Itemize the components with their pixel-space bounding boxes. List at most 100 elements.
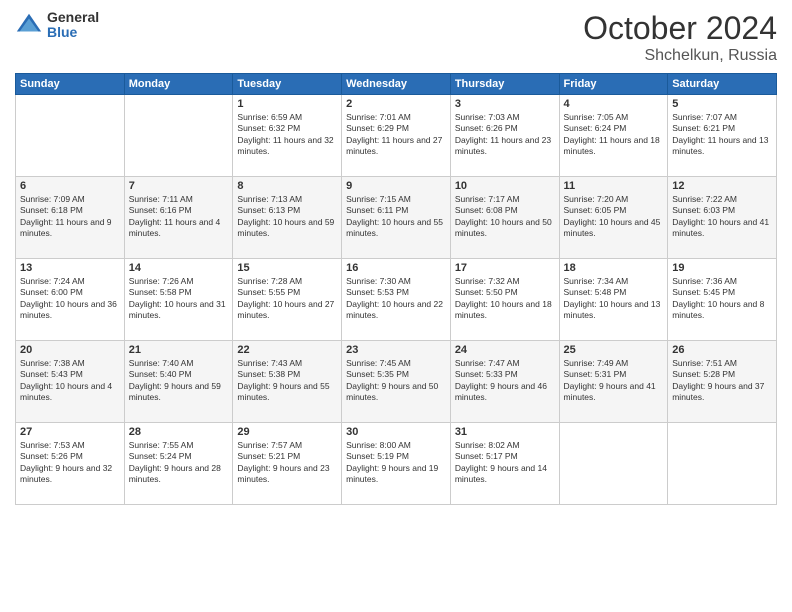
- day-number: 25: [564, 344, 664, 356]
- day-number: 7: [129, 180, 229, 192]
- day-number: 16: [346, 262, 446, 274]
- calendar-cell: 8 Sunrise: 7:13 AM Sunset: 6:13 PM Daylig…: [233, 177, 342, 259]
- day-number: 18: [564, 262, 664, 274]
- title-month: October 2024: [583, 10, 777, 47]
- calendar-cell: 14Sunrise: 7:26 AM Sunset: 5:58 PM Dayli…: [124, 259, 233, 341]
- day-number: 20: [20, 344, 120, 356]
- col-wednesday: Wednesday: [342, 74, 451, 95]
- day-number: 3: [455, 98, 555, 110]
- cell-info: Sunrise: 7:45 AM Sunset: 5:35 PM Dayligh…: [346, 358, 446, 404]
- cell-info: Sunrise: 7:47 AM Sunset: 5:33 PM Dayligh…: [455, 358, 555, 404]
- week-row-2: 6 Sunrise: 7:09 AM Sunset: 6:18 PM Daylig…: [16, 177, 777, 259]
- calendar-table: Sunday Monday Tuesday Wednesday Thursday…: [15, 73, 777, 505]
- calendar-cell: 1 Sunrise: 6:59 AM Sunset: 6:32 PM Daylig…: [233, 95, 342, 177]
- day-number: 27: [20, 426, 120, 438]
- day-number: 15: [237, 262, 337, 274]
- col-thursday: Thursday: [450, 74, 559, 95]
- week-row-1: 1 Sunrise: 6:59 AM Sunset: 6:32 PM Daylig…: [16, 95, 777, 177]
- day-number: 17: [455, 262, 555, 274]
- day-number: 28: [129, 426, 229, 438]
- calendar-cell: 6 Sunrise: 7:09 AM Sunset: 6:18 PM Daylig…: [16, 177, 125, 259]
- calendar-cell: 22 Sunrise: 7:43 AM Sunset: 5:38 PM Dayli…: [233, 341, 342, 423]
- cell-info: Sunrise: 7:36 AM Sunset: 5:45 PM Dayligh…: [672, 276, 772, 322]
- cell-info: Sunrise: 7:01 AM Sunset: 6:29 PM Dayligh…: [346, 112, 446, 158]
- week-row-4: 20Sunrise: 7:38 AM Sunset: 5:43 PM Dayli…: [16, 341, 777, 423]
- cell-info: Sunrise: 7:13 AM Sunset: 6:13 PM Dayligh…: [237, 194, 337, 240]
- calendar-cell: [559, 423, 668, 505]
- cell-info: Sunrise: 7:43 AM Sunset: 5:38 PM Dayligh…: [237, 358, 337, 404]
- calendar-cell: 31Sunrise: 8:02 AM Sunset: 5:17 PM Dayli…: [450, 423, 559, 505]
- calendar-cell: 13 Sunrise: 7:24 AM Sunset: 6:00 PM Dayli…: [16, 259, 125, 341]
- week-row-5: 27 Sunrise: 7:53 AM Sunset: 5:26 PM Dayli…: [16, 423, 777, 505]
- cell-info: Sunrise: 7:51 AM Sunset: 5:28 PM Dayligh…: [672, 358, 772, 404]
- col-sunday: Sunday: [16, 74, 125, 95]
- calendar-cell: 23 Sunrise: 7:45 AM Sunset: 5:35 PM Dayli…: [342, 341, 451, 423]
- logo: General Blue: [15, 10, 99, 41]
- day-number: 2: [346, 98, 446, 110]
- title-location: Shchelkun, Russia: [583, 47, 777, 65]
- calendar-cell: 9 Sunrise: 7:15 AM Sunset: 6:11 PM Daylig…: [342, 177, 451, 259]
- col-friday: Friday: [559, 74, 668, 95]
- day-number: 23: [346, 344, 446, 356]
- cell-info: Sunrise: 7:49 AM Sunset: 5:31 PM Dayligh…: [564, 358, 664, 404]
- day-number: 10: [455, 180, 555, 192]
- cell-info: Sunrise: 7:30 AM Sunset: 5:53 PM Dayligh…: [346, 276, 446, 322]
- calendar-cell: 10Sunrise: 7:17 AM Sunset: 6:08 PM Dayli…: [450, 177, 559, 259]
- cell-info: Sunrise: 7:57 AM Sunset: 5:21 PM Dayligh…: [237, 440, 337, 486]
- calendar-cell: 19 Sunrise: 7:36 AM Sunset: 5:45 PM Dayli…: [668, 259, 777, 341]
- calendar-cell: 18 Sunrise: 7:34 AM Sunset: 5:48 PM Dayli…: [559, 259, 668, 341]
- calendar-cell: 3 Sunrise: 7:03 AM Sunset: 6:26 PM Daylig…: [450, 95, 559, 177]
- page: General Blue October 2024 Shchelkun, Rus…: [0, 0, 792, 612]
- logo-general-text: General: [47, 10, 99, 25]
- calendar-cell: 28 Sunrise: 7:55 AM Sunset: 5:24 PM Dayli…: [124, 423, 233, 505]
- cell-info: Sunrise: 7:09 AM Sunset: 6:18 PM Dayligh…: [20, 194, 120, 240]
- day-number: 4: [564, 98, 664, 110]
- calendar-cell: 24 Sunrise: 7:47 AM Sunset: 5:33 PM Dayli…: [450, 341, 559, 423]
- day-number: 12: [672, 180, 772, 192]
- calendar-cell: 7 Sunrise: 7:11 AM Sunset: 6:16 PM Daylig…: [124, 177, 233, 259]
- day-number: 31: [455, 426, 555, 438]
- col-tuesday: Tuesday: [233, 74, 342, 95]
- week-row-3: 13 Sunrise: 7:24 AM Sunset: 6:00 PM Dayli…: [16, 259, 777, 341]
- day-number: 22: [237, 344, 337, 356]
- day-number: 11: [564, 180, 664, 192]
- calendar-cell: 21Sunrise: 7:40 AM Sunset: 5:40 PM Dayli…: [124, 341, 233, 423]
- day-number: 8: [237, 180, 337, 192]
- logo-text: General Blue: [47, 10, 99, 41]
- day-number: 24: [455, 344, 555, 356]
- day-number: 13: [20, 262, 120, 274]
- header: General Blue October 2024 Shchelkun, Rus…: [15, 10, 777, 65]
- cell-info: Sunrise: 7:11 AM Sunset: 6:16 PM Dayligh…: [129, 194, 229, 240]
- cell-info: Sunrise: 7:32 AM Sunset: 5:50 PM Dayligh…: [455, 276, 555, 322]
- calendar-cell: 16 Sunrise: 7:30 AM Sunset: 5:53 PM Dayli…: [342, 259, 451, 341]
- calendar-cell: 20Sunrise: 7:38 AM Sunset: 5:43 PM Dayli…: [16, 341, 125, 423]
- day-number: 14: [129, 262, 229, 274]
- calendar-cell: 5Sunrise: 7:07 AM Sunset: 6:21 PM Daylig…: [668, 95, 777, 177]
- day-number: 9: [346, 180, 446, 192]
- cell-info: Sunrise: 7:03 AM Sunset: 6:26 PM Dayligh…: [455, 112, 555, 158]
- calendar-cell: [16, 95, 125, 177]
- cell-info: Sunrise: 7:24 AM Sunset: 6:00 PM Dayligh…: [20, 276, 120, 322]
- cell-info: Sunrise: 7:15 AM Sunset: 6:11 PM Dayligh…: [346, 194, 446, 240]
- cell-info: Sunrise: 6:59 AM Sunset: 6:32 PM Dayligh…: [237, 112, 337, 158]
- day-number: 19: [672, 262, 772, 274]
- day-number: 1: [237, 98, 337, 110]
- cell-info: Sunrise: 7:40 AM Sunset: 5:40 PM Dayligh…: [129, 358, 229, 404]
- calendar-cell: 29 Sunrise: 7:57 AM Sunset: 5:21 PM Dayli…: [233, 423, 342, 505]
- cell-info: Sunrise: 7:53 AM Sunset: 5:26 PM Dayligh…: [20, 440, 120, 486]
- header-row: Sunday Monday Tuesday Wednesday Thursday…: [16, 74, 777, 95]
- day-number: 29: [237, 426, 337, 438]
- calendar-cell: 27 Sunrise: 7:53 AM Sunset: 5:26 PM Dayli…: [16, 423, 125, 505]
- day-number: 26: [672, 344, 772, 356]
- cell-info: Sunrise: 7:55 AM Sunset: 5:24 PM Dayligh…: [129, 440, 229, 486]
- calendar-cell: [668, 423, 777, 505]
- cell-info: Sunrise: 7:34 AM Sunset: 5:48 PM Dayligh…: [564, 276, 664, 322]
- cell-info: Sunrise: 7:20 AM Sunset: 6:05 PM Dayligh…: [564, 194, 664, 240]
- calendar-cell: 4Sunrise: 7:05 AM Sunset: 6:24 PM Daylig…: [559, 95, 668, 177]
- calendar-cell: 26 Sunrise: 7:51 AM Sunset: 5:28 PM Dayli…: [668, 341, 777, 423]
- day-number: 6: [20, 180, 120, 192]
- col-monday: Monday: [124, 74, 233, 95]
- cell-info: Sunrise: 7:22 AM Sunset: 6:03 PM Dayligh…: [672, 194, 772, 240]
- calendar-cell: 12 Sunrise: 7:22 AM Sunset: 6:03 PM Dayli…: [668, 177, 777, 259]
- cell-info: Sunrise: 7:07 AM Sunset: 6:21 PM Dayligh…: [672, 112, 772, 158]
